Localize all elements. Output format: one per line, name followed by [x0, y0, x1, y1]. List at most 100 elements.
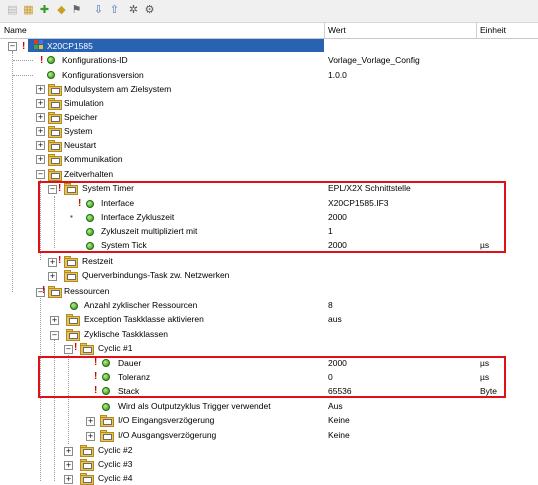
expand-toggle[interactable]: + — [36, 127, 45, 136]
tree-item-label[interactable]: Cyclic #2 — [98, 445, 132, 455]
expand-toggle[interactable]: + — [48, 272, 57, 281]
required-marker-icon: ! — [94, 357, 98, 368]
value-cell[interactable]: 2000 — [328, 240, 347, 250]
tree-item-label[interactable]: System Tick — [101, 240, 147, 250]
expand-toggle[interactable]: + — [36, 141, 45, 150]
value-cell[interactable]: Keine — [328, 430, 350, 440]
tree-item-label[interactable]: Dauer — [118, 358, 141, 368]
tree-connector — [12, 52, 13, 292]
tree-item-label[interactable]: Zeitverhalten — [64, 169, 113, 179]
expand-toggle[interactable]: + — [64, 475, 73, 484]
settings-folder-icon — [48, 140, 62, 152]
tree-item-label[interactable]: Interface — [101, 198, 134, 208]
column-divider[interactable] — [476, 23, 477, 38]
tree-item-label[interactable]: I/O Ausgangsverzögerung — [118, 430, 216, 440]
status-ok-icon — [86, 242, 94, 250]
expand-toggle[interactable]: + — [64, 461, 73, 470]
value-cell[interactable]: 2000 — [328, 212, 347, 222]
settings-folder-icon — [100, 430, 114, 442]
tree-item-label[interactable]: Kommunikation — [64, 154, 123, 164]
value-cell[interactable]: 2000 — [328, 358, 347, 368]
config-icon[interactable]: ⚙ — [143, 4, 156, 17]
sort-up-icon[interactable]: ⇧ — [108, 4, 121, 17]
tree-item-label[interactable]: Zykluszeit multipliziert mit — [101, 226, 197, 236]
required-marker-icon: ! — [94, 371, 98, 382]
expand-toggle[interactable]: + — [50, 316, 59, 325]
expand-toggle[interactable]: + — [36, 155, 45, 164]
tree-item-label[interactable]: Cyclic #1 — [98, 343, 132, 353]
expand-toggle[interactable]: + — [36, 113, 45, 122]
tree-item-label[interactable]: Exception Taskklasse aktivieren — [84, 314, 204, 324]
sort-down-icon[interactable]: ⇩ — [92, 4, 105, 17]
collapse-toggle[interactable]: − — [48, 185, 57, 194]
settings-folder-icon — [80, 445, 94, 457]
tree-item-label[interactable]: Restzeit — [82, 256, 113, 266]
tree-item-label[interactable]: Simulation — [64, 98, 104, 108]
expand-toggle[interactable]: + — [64, 447, 73, 456]
refresh-icon[interactable]: ✲ — [127, 4, 140, 17]
status-ok-icon — [86, 228, 94, 236]
expand-toggle[interactable]: + — [36, 85, 45, 94]
tree-item-label[interactable]: Modulsystem am Zielsystem — [64, 84, 171, 94]
tree-item-label[interactable]: System Timer — [82, 183, 134, 193]
column-name-header[interactable]: Name — [4, 25, 27, 35]
settings-folder-icon — [66, 329, 80, 341]
required-marker-icon: ! — [58, 183, 62, 194]
grid-icon[interactable]: ▦ — [22, 4, 35, 17]
value-cell[interactable]: 8 — [328, 300, 333, 310]
add-icon[interactable]: ✚ — [38, 4, 51, 17]
tree-item-label[interactable]: Querverbindungs-Task zw. Netzwerken — [82, 270, 229, 280]
settings-folder-icon — [64, 183, 78, 195]
plc-device-icon — [34, 40, 44, 50]
column-divider[interactable] — [324, 23, 325, 38]
tree-item-label[interactable]: Ressourcen — [64, 286, 109, 296]
tree-item-label[interactable]: Interface Zykluszeit — [101, 212, 174, 222]
tree-item-label[interactable]: I/O Eingangsverzögerung — [118, 415, 214, 425]
value-cell[interactable]: 1 — [328, 226, 333, 236]
unit-cell: µs — [480, 372, 490, 382]
required-marker-icon: ! — [22, 41, 26, 52]
required-marker-icon: ! — [40, 55, 44, 66]
tree-item-label[interactable]: Toleranz — [118, 372, 150, 382]
tree-item-label[interactable]: Cyclic #4 — [98, 473, 132, 483]
tree-item-label[interactable]: Anzahl zyklischer Ressourcen — [84, 300, 197, 310]
column-unit-header[interactable]: Einheit — [480, 25, 506, 35]
collapse-toggle[interactable]: − — [50, 331, 59, 340]
settings-icon[interactable]: ◆ — [55, 4, 68, 17]
value-cell[interactable]: Vorlage_Vorlage_Config — [328, 55, 420, 65]
tree-item-label[interactable]: Konfigurations-ID — [62, 55, 128, 65]
tree-icon[interactable]: ▤ — [6, 4, 19, 17]
expand-toggle[interactable]: + — [86, 417, 95, 426]
collapse-toggle[interactable]: − — [36, 170, 45, 179]
status-ok-icon — [47, 71, 55, 79]
settings-folder-icon — [48, 84, 62, 96]
status-ok-icon — [102, 359, 110, 367]
status-ok-icon — [102, 373, 110, 381]
settings-folder-icon — [80, 473, 94, 485]
collapse-toggle[interactable]: − — [64, 345, 73, 354]
value-cell[interactable]: 1.0.0 — [328, 70, 347, 80]
tree-item-label[interactable]: Neustart — [64, 140, 96, 150]
tree-item-label[interactable]: Stack — [118, 386, 139, 396]
settings-folder-icon — [64, 270, 78, 282]
tree-item-label[interactable]: System — [64, 126, 92, 136]
value-cell[interactable]: X20CP1585.IF3 — [328, 198, 388, 208]
link-icon: ▪ — [70, 212, 73, 221]
value-cell[interactable]: Aus — [328, 401, 343, 411]
tree-item-label[interactable]: Cyclic #3 — [98, 459, 132, 469]
filter-icon[interactable]: ⚑ — [70, 4, 83, 17]
tree-item-label[interactable]: Zyklische Taskklassen — [84, 329, 168, 339]
expand-toggle[interactable]: + — [36, 99, 45, 108]
value-cell[interactable]: aus — [328, 314, 342, 324]
tree-item-label[interactable]: Speicher — [64, 112, 98, 122]
expand-toggle[interactable]: + — [86, 432, 95, 441]
tree-item-label[interactable]: Wird als Outputzyklus Trigger verwendet — [118, 401, 271, 411]
column-value-header[interactable]: Wert — [328, 25, 346, 35]
value-cell[interactable]: EPL/X2X Schnittstelle — [328, 183, 411, 193]
value-cell[interactable]: Keine — [328, 415, 350, 425]
value-cell[interactable]: 65536 — [328, 386, 352, 396]
tree-item-label[interactable]: Konfigurationsversion — [62, 70, 144, 80]
expand-toggle[interactable]: + — [48, 258, 57, 267]
tree-root-label[interactable]: X20CP1585 — [47, 41, 93, 51]
value-cell[interactable]: 0 — [328, 372, 333, 382]
